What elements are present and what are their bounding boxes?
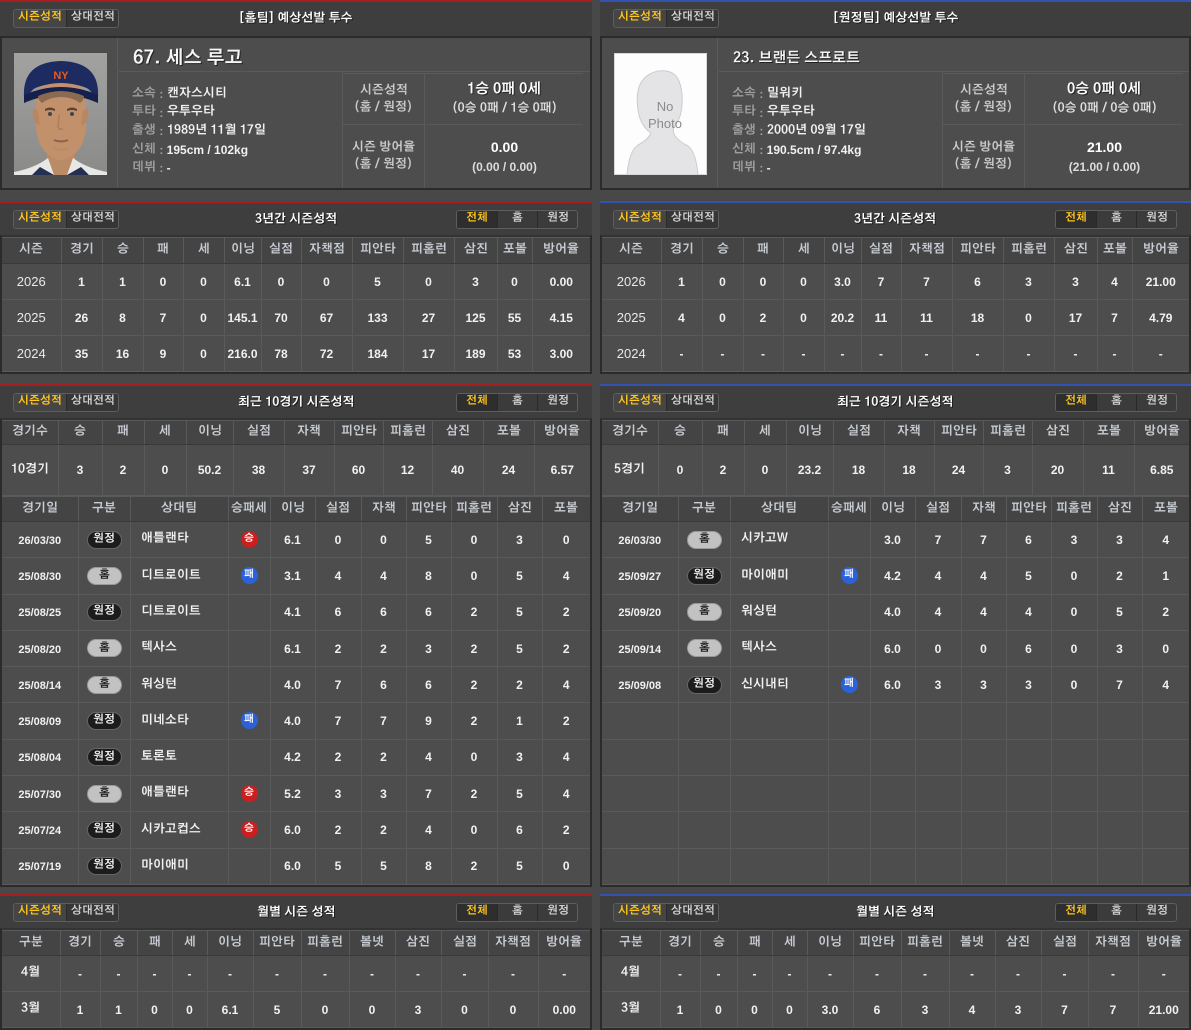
svg-text:NY: NY <box>53 70 69 82</box>
svg-text:No: No <box>657 99 674 114</box>
svg-text:Photo: Photo <box>648 116 682 131</box>
